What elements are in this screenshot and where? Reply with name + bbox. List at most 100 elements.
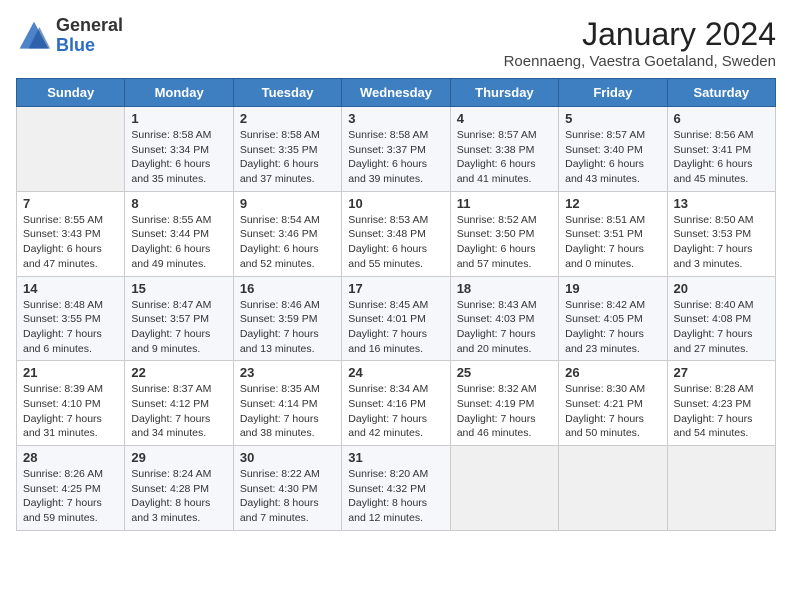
day-number: 17 <box>348 281 443 296</box>
day-cell: 10 Sunrise: 8:53 AM Sunset: 3:48 PM Dayli… <box>342 191 450 276</box>
day-cell <box>559 446 667 531</box>
day-number: 13 <box>674 196 769 211</box>
day-cell: 19 Sunrise: 8:42 AM Sunset: 4:05 PM Dayli… <box>559 276 667 361</box>
day-cell: 23 Sunrise: 8:35 AM Sunset: 4:14 PM Dayli… <box>233 361 341 446</box>
day-cell: 29 Sunrise: 8:24 AM Sunset: 4:28 PM Dayli… <box>125 446 233 531</box>
day-cell: 12 Sunrise: 8:51 AM Sunset: 3:51 PM Dayli… <box>559 191 667 276</box>
day-cell: 8 Sunrise: 8:55 AM Sunset: 3:44 PM Daylig… <box>125 191 233 276</box>
day-cell <box>450 446 558 531</box>
logo-general: General <box>56 15 123 35</box>
day-cell: 25Sunrise: 8:32 AM Sunset: 4:19 PM Dayli… <box>450 361 558 446</box>
day-info: Sunrise: 8:34 AM Sunset: 4:16 PM Dayligh… <box>348 382 443 441</box>
day-cell: 27 Sunrise: 8:28 AM Sunset: 4:23 PM Dayli… <box>667 361 775 446</box>
day-info: Sunrise: 8:28 AM Sunset: 4:23 PM Dayligh… <box>674 382 769 441</box>
day-number: 9 <box>240 196 335 211</box>
logo-blue: Blue <box>56 35 95 55</box>
week-row-2: 7 Sunrise: 8:55 AM Sunset: 3:43 PM Daylig… <box>17 191 776 276</box>
header-cell-sunday: Sunday <box>17 79 125 107</box>
day-info: Sunrise: 8:24 AM Sunset: 4:28 PM Dayligh… <box>131 467 226 526</box>
day-number: 14 <box>23 281 118 296</box>
header-cell-saturday: Saturday <box>667 79 775 107</box>
day-number: 7 <box>23 196 118 211</box>
day-number: 15 <box>131 281 226 296</box>
header-cell-tuesday: Tuesday <box>233 79 341 107</box>
calendar-header: SundayMondayTuesdayWednesdayThursdayFrid… <box>17 79 776 107</box>
day-cell <box>17 107 125 192</box>
day-cell: 20Sunrise: 8:40 AM Sunset: 4:08 PM Dayli… <box>667 276 775 361</box>
day-number: 8 <box>131 196 226 211</box>
day-info: Sunrise: 8:47 AM Sunset: 3:57 PM Dayligh… <box>131 298 226 357</box>
day-cell: 18Sunrise: 8:43 AM Sunset: 4:03 PM Dayli… <box>450 276 558 361</box>
day-number: 12 <box>565 196 660 211</box>
day-number: 23 <box>240 365 335 380</box>
day-cell: 11 Sunrise: 8:52 AM Sunset: 3:50 PM Dayli… <box>450 191 558 276</box>
day-info: Sunrise: 8:39 AM Sunset: 4:10 PM Dayligh… <box>23 382 118 441</box>
week-row-1: 1Sunrise: 8:58 AM Sunset: 3:34 PM Daylig… <box>17 107 776 192</box>
day-number: 27 <box>674 365 769 380</box>
day-info: Sunrise: 8:58 AM Sunset: 3:37 PM Dayligh… <box>348 128 443 187</box>
day-number: 26 <box>565 365 660 380</box>
day-cell: 1Sunrise: 8:58 AM Sunset: 3:34 PM Daylig… <box>125 107 233 192</box>
header-cell-monday: Monday <box>125 79 233 107</box>
day-cell: 28Sunrise: 8:26 AM Sunset: 4:25 PM Dayli… <box>17 446 125 531</box>
day-cell: 4 Sunrise: 8:57 AM Sunset: 3:38 PM Daylig… <box>450 107 558 192</box>
day-info: Sunrise: 8:51 AM Sunset: 3:51 PM Dayligh… <box>565 213 660 272</box>
calendar-body: 1Sunrise: 8:58 AM Sunset: 3:34 PM Daylig… <box>17 107 776 531</box>
day-cell: 7 Sunrise: 8:55 AM Sunset: 3:43 PM Daylig… <box>17 191 125 276</box>
day-cell: 3 Sunrise: 8:58 AM Sunset: 3:37 PM Daylig… <box>342 107 450 192</box>
day-info: Sunrise: 8:55 AM Sunset: 3:44 PM Dayligh… <box>131 213 226 272</box>
day-info: Sunrise: 8:22 AM Sunset: 4:30 PM Dayligh… <box>240 467 335 526</box>
location: Roennaeng, Vaestra Goetaland, Sweden <box>504 53 776 70</box>
day-number: 1 <box>131 111 226 126</box>
day-info: Sunrise: 8:42 AM Sunset: 4:05 PM Dayligh… <box>565 298 660 357</box>
day-number: 30 <box>240 450 335 465</box>
day-number: 10 <box>348 196 443 211</box>
day-number: 22 <box>131 365 226 380</box>
header-row: SundayMondayTuesdayWednesdayThursdayFrid… <box>17 79 776 107</box>
day-info: Sunrise: 8:55 AM Sunset: 3:43 PM Dayligh… <box>23 213 118 272</box>
header-cell-friday: Friday <box>559 79 667 107</box>
day-cell: 22 Sunrise: 8:37 AM Sunset: 4:12 PM Dayli… <box>125 361 233 446</box>
title-block: January 2024 Roennaeng, Vaestra Goetalan… <box>504 16 776 70</box>
day-info: Sunrise: 8:53 AM Sunset: 3:48 PM Dayligh… <box>348 213 443 272</box>
day-info: Sunrise: 8:54 AM Sunset: 3:46 PM Dayligh… <box>240 213 335 272</box>
day-cell: 21 Sunrise: 8:39 AM Sunset: 4:10 PM Dayli… <box>17 361 125 446</box>
day-number: 31 <box>348 450 443 465</box>
day-number: 21 <box>23 365 118 380</box>
day-info: Sunrise: 8:37 AM Sunset: 4:12 PM Dayligh… <box>131 382 226 441</box>
week-row-3: 14 Sunrise: 8:48 AM Sunset: 3:55 PM Dayli… <box>17 276 776 361</box>
day-info: Sunrise: 8:20 AM Sunset: 4:32 PM Dayligh… <box>348 467 443 526</box>
day-cell: 24 Sunrise: 8:34 AM Sunset: 4:16 PM Dayli… <box>342 361 450 446</box>
day-number: 24 <box>348 365 443 380</box>
day-cell: 6Sunrise: 8:56 AM Sunset: 3:41 PM Daylig… <box>667 107 775 192</box>
day-number: 11 <box>457 196 552 211</box>
logo-icon <box>16 18 52 54</box>
day-number: 4 <box>457 111 552 126</box>
day-number: 2 <box>240 111 335 126</box>
day-info: Sunrise: 8:56 AM Sunset: 3:41 PM Dayligh… <box>674 128 769 187</box>
day-number: 19 <box>565 281 660 296</box>
calendar-table: SundayMondayTuesdayWednesdayThursdayFrid… <box>16 78 776 531</box>
day-info: Sunrise: 8:48 AM Sunset: 3:55 PM Dayligh… <box>23 298 118 357</box>
day-cell: 17 Sunrise: 8:45 AM Sunset: 4:01 PM Dayli… <box>342 276 450 361</box>
day-cell: 16Sunrise: 8:46 AM Sunset: 3:59 PM Dayli… <box>233 276 341 361</box>
day-number: 29 <box>131 450 226 465</box>
day-info: Sunrise: 8:52 AM Sunset: 3:50 PM Dayligh… <box>457 213 552 272</box>
day-info: Sunrise: 8:50 AM Sunset: 3:53 PM Dayligh… <box>674 213 769 272</box>
day-info: Sunrise: 8:58 AM Sunset: 3:35 PM Dayligh… <box>240 128 335 187</box>
day-info: Sunrise: 8:45 AM Sunset: 4:01 PM Dayligh… <box>348 298 443 357</box>
month-year: January 2024 <box>504 16 776 53</box>
day-info: Sunrise: 8:57 AM Sunset: 3:38 PM Dayligh… <box>457 128 552 187</box>
day-cell: 5Sunrise: 8:57 AM Sunset: 3:40 PM Daylig… <box>559 107 667 192</box>
day-cell: 31 Sunrise: 8:20 AM Sunset: 4:32 PM Dayli… <box>342 446 450 531</box>
day-cell: 9 Sunrise: 8:54 AM Sunset: 3:46 PM Daylig… <box>233 191 341 276</box>
day-info: Sunrise: 8:46 AM Sunset: 3:59 PM Dayligh… <box>240 298 335 357</box>
day-cell: 13 Sunrise: 8:50 AM Sunset: 3:53 PM Dayli… <box>667 191 775 276</box>
day-cell: 2 Sunrise: 8:58 AM Sunset: 3:35 PM Daylig… <box>233 107 341 192</box>
day-number: 3 <box>348 111 443 126</box>
day-number: 28 <box>23 450 118 465</box>
day-cell: 15 Sunrise: 8:47 AM Sunset: 3:57 PM Dayli… <box>125 276 233 361</box>
day-info: Sunrise: 8:35 AM Sunset: 4:14 PM Dayligh… <box>240 382 335 441</box>
week-row-4: 21 Sunrise: 8:39 AM Sunset: 4:10 PM Dayli… <box>17 361 776 446</box>
week-row-5: 28Sunrise: 8:26 AM Sunset: 4:25 PM Dayli… <box>17 446 776 531</box>
